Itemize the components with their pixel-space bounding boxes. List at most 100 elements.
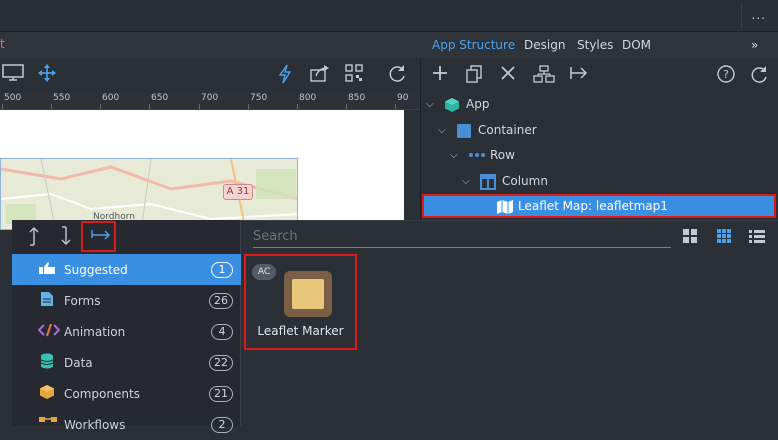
ruler-tick xyxy=(149,104,150,109)
chevron-down-icon[interactable]: ⌵ xyxy=(450,150,464,161)
ruler-tick-label: 500 xyxy=(4,93,22,103)
tree-node-app[interactable]: ⌵ App xyxy=(426,92,489,116)
form-icon xyxy=(38,291,56,311)
move-icon[interactable] xyxy=(38,64,56,87)
category-suggested[interactable]: Suggested 1 xyxy=(12,254,241,285)
ruler-tick-label: 800 xyxy=(299,93,317,103)
tree-node-label: Column xyxy=(502,174,548,188)
tree-node-column[interactable]: ⌵ Column xyxy=(462,169,548,193)
workflow-icon xyxy=(38,416,57,434)
selected-insert-mode-highlight xyxy=(81,221,116,252)
canvas-tab-label[interactable]: t xyxy=(0,37,5,51)
tree-node-row[interactable]: ⌵ Row xyxy=(450,143,515,167)
category-count-badge: 4 xyxy=(211,323,233,340)
help-icon[interactable]: ? xyxy=(717,65,735,87)
app-connect-badge: AC xyxy=(252,264,276,280)
box-icon xyxy=(38,384,56,404)
ruler-tick xyxy=(395,104,396,109)
ruler-tick-label: 650 xyxy=(151,93,169,103)
tree-node-label: Container xyxy=(478,123,537,137)
category-label: Workflows xyxy=(64,417,126,432)
thumb-icon xyxy=(38,261,56,279)
large-grid-view-icon[interactable] xyxy=(682,228,698,248)
category-label: Forms xyxy=(64,293,101,308)
ruler-tick xyxy=(100,104,101,109)
category-label: Data xyxy=(64,355,93,370)
refresh-icon[interactable] xyxy=(387,64,407,89)
category-components[interactable]: Components 21 xyxy=(12,378,241,409)
ruler-tick-label: 90 xyxy=(397,93,409,103)
leaflet-marker-icon-inner xyxy=(292,279,324,309)
svg-text:?: ? xyxy=(723,68,729,81)
insert-position-toolbar xyxy=(12,220,241,254)
collapse-panel-button[interactable]: » xyxy=(751,38,758,52)
insert-after-icon[interactable] xyxy=(60,226,72,250)
canvas-toolbar xyxy=(0,58,420,92)
ruler-tick xyxy=(2,104,3,109)
tree-node-container[interactable]: ⌵ Container xyxy=(438,118,537,142)
ruler-tick xyxy=(297,104,298,109)
tab-app-structure[interactable]: App Structure xyxy=(432,38,515,52)
columns-icon xyxy=(480,174,496,190)
tree-node-label: Leaflet Map: leafletmap1 xyxy=(518,199,668,213)
ruler-tick-label: 700 xyxy=(201,93,219,103)
tree-node-label: Row xyxy=(490,148,515,162)
copy-icon[interactable] xyxy=(466,65,482,87)
desktop-icon[interactable] xyxy=(2,64,24,87)
category-animation[interactable]: Animation 4 xyxy=(12,316,241,347)
ruler-tick xyxy=(199,104,200,109)
move-right-icon[interactable] xyxy=(570,65,588,85)
tab-dom[interactable]: DOM xyxy=(622,38,651,52)
tree-node-label: App xyxy=(466,97,490,111)
chevron-down-icon[interactable]: ⌵ xyxy=(426,99,440,110)
refresh-icon[interactable] xyxy=(749,65,769,89)
road-label-badge: A 31 xyxy=(223,184,253,200)
category-count-badge: 26 xyxy=(209,292,233,309)
component-tile-label: Leaflet Marker xyxy=(257,324,344,338)
category-workflows[interactable]: Workflows 2 xyxy=(12,409,241,440)
category-label: Animation xyxy=(64,324,126,339)
dots-icon xyxy=(468,148,485,162)
category-count-badge: 21 xyxy=(209,385,233,402)
tab-design[interactable]: Design xyxy=(524,38,565,52)
category-label: Suggested xyxy=(64,262,128,277)
share-icon[interactable] xyxy=(310,64,330,87)
ruler-tick-label: 850 xyxy=(348,93,366,103)
square-icon xyxy=(456,123,472,138)
chevron-down-icon[interactable]: ⌵ xyxy=(462,176,476,187)
tree-node-leaflet-map[interactable]: Leaflet Map: leafletmap1 xyxy=(422,194,776,218)
ruler-tick xyxy=(51,104,52,109)
ruler-tick-label: 750 xyxy=(250,93,268,103)
ruler-tick-label: 550 xyxy=(53,93,71,103)
code-icon xyxy=(37,323,61,341)
category-count-badge: 2 xyxy=(211,416,233,433)
cube-icon xyxy=(444,97,460,112)
qr-code-icon[interactable] xyxy=(345,64,363,87)
category-count-badge: 22 xyxy=(209,354,233,371)
chevron-down-icon[interactable]: ⌵ xyxy=(438,125,452,136)
hierarchy-icon[interactable] xyxy=(533,65,555,87)
add-icon[interactable] xyxy=(432,65,448,85)
canvas-tab-bar xyxy=(0,32,420,58)
structure-toolbar: ? xyxy=(420,58,778,92)
ruler-tick xyxy=(346,104,347,109)
more-menu-button[interactable]: ... xyxy=(752,8,766,22)
component-search-input[interactable] xyxy=(253,226,671,248)
delete-icon[interactable] xyxy=(501,65,515,84)
database-icon xyxy=(38,353,56,373)
list-view-icon[interactable] xyxy=(748,228,766,248)
insert-before-icon[interactable] xyxy=(28,226,40,250)
tab-styles[interactable]: Styles xyxy=(577,38,613,52)
category-label: Components xyxy=(64,386,140,401)
category-forms[interactable]: Forms 26 xyxy=(12,285,241,316)
app-topbar xyxy=(0,0,778,32)
map-icon xyxy=(496,199,513,214)
ruler-tick xyxy=(248,104,249,109)
topbar-divider xyxy=(741,4,742,28)
small-grid-view-icon[interactable] xyxy=(716,228,732,248)
category-data[interactable]: Data 22 xyxy=(12,347,241,378)
ruler-tick-label: 600 xyxy=(102,93,120,103)
category-count-badge: 1 xyxy=(211,261,233,278)
canvas-scroll-gutter xyxy=(404,110,420,230)
lightning-icon[interactable] xyxy=(278,64,292,89)
